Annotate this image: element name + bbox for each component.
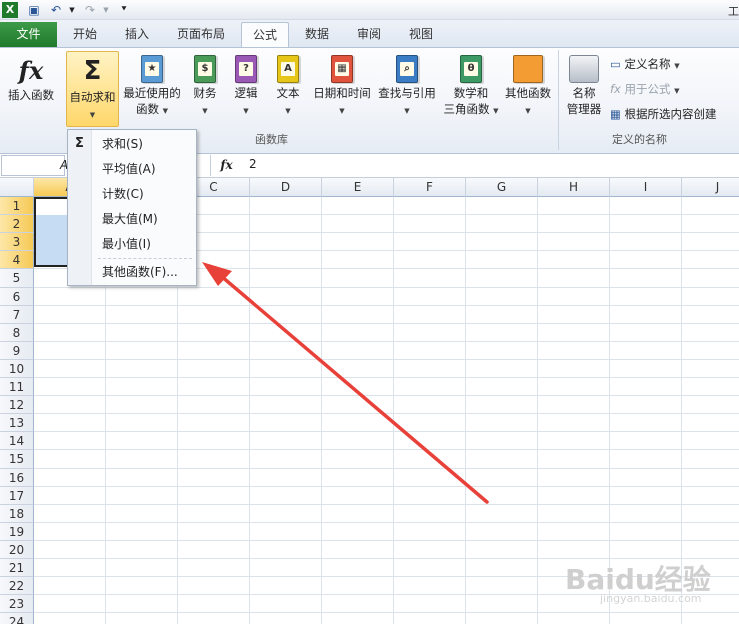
watermark-url: jingyan.baidu.com: [600, 592, 702, 605]
annotation-arrow: [202, 262, 489, 504]
arrow-shaft: [212, 268, 489, 504]
